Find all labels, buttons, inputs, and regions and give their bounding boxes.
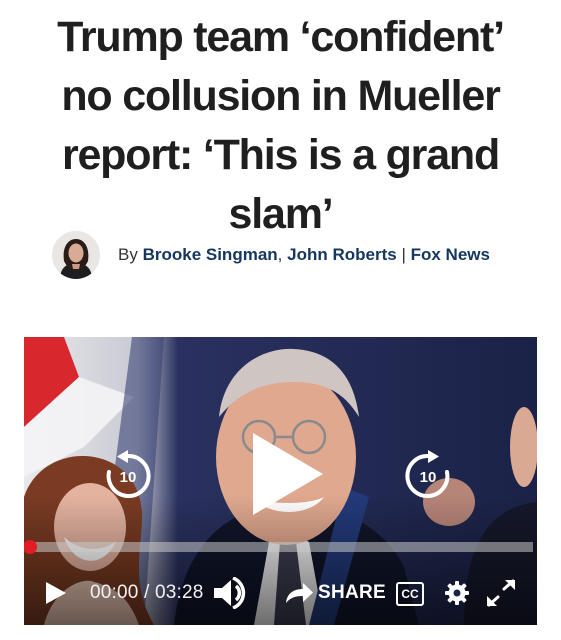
settings-button[interactable] — [444, 580, 470, 606]
share-label: SHARE — [318, 582, 387, 603]
byline: By Brooke Singman, John Roberts | Fox Ne… — [52, 230, 490, 280]
byline-separator: | — [401, 245, 406, 264]
skip-back-10-button[interactable]: 10 — [102, 450, 154, 502]
video-player[interactable]: 10 10 00:00 / 03:28 SHARE CC — [24, 337, 537, 625]
skip-back-label: 10 — [120, 469, 137, 486]
byline-prefix: By — [118, 245, 138, 264]
closed-captions-button[interactable]: CC — [396, 582, 424, 606]
fullscreen-button[interactable] — [486, 579, 516, 607]
share-arrow-icon — [286, 583, 313, 603]
play-icon — [253, 433, 323, 515]
skip-forward-10-icon: 10 — [405, 450, 450, 498]
cc-icon: CC — [401, 587, 419, 601]
skip-back-10-icon: 10 — [106, 450, 151, 498]
skip-forward-label: 10 — [420, 469, 437, 486]
time-display: 00:00 / 03:28 — [90, 582, 204, 604]
share-button[interactable]: SHARE — [284, 577, 386, 609]
progress-scrubber[interactable] — [24, 540, 37, 554]
progress-bar[interactable] — [24, 540, 533, 554]
fullscreen-icon — [487, 579, 515, 607]
author-link-brooke-singman[interactable]: Brooke Singman — [143, 245, 278, 264]
author-link-john-roberts[interactable]: John Roberts — [287, 245, 397, 264]
skip-forward-10-button[interactable]: 10 — [402, 450, 454, 502]
source-link-fox-news[interactable]: Fox News — [411, 245, 490, 264]
duration: 03:28 — [155, 582, 204, 603]
current-time: 00:00 — [90, 582, 139, 603]
control-bar: 00:00 / 03:28 SHARE CC — [24, 569, 537, 617]
play-button[interactable] — [44, 581, 68, 605]
volume-icon — [214, 577, 246, 609]
volume-button[interactable] — [212, 577, 252, 609]
play-icon — [46, 582, 66, 604]
time-separator: / — [144, 582, 150, 603]
gear-icon — [445, 581, 469, 605]
big-play-button[interactable] — [251, 431, 325, 517]
article-headline: Trump team ‘confident’ no collusion in M… — [57, 13, 505, 238]
author-avatar[interactable] — [52, 231, 100, 279]
byline-comma: , — [277, 245, 283, 264]
byline-text: By Brooke Singman, John Roberts | Fox Ne… — [118, 245, 490, 265]
